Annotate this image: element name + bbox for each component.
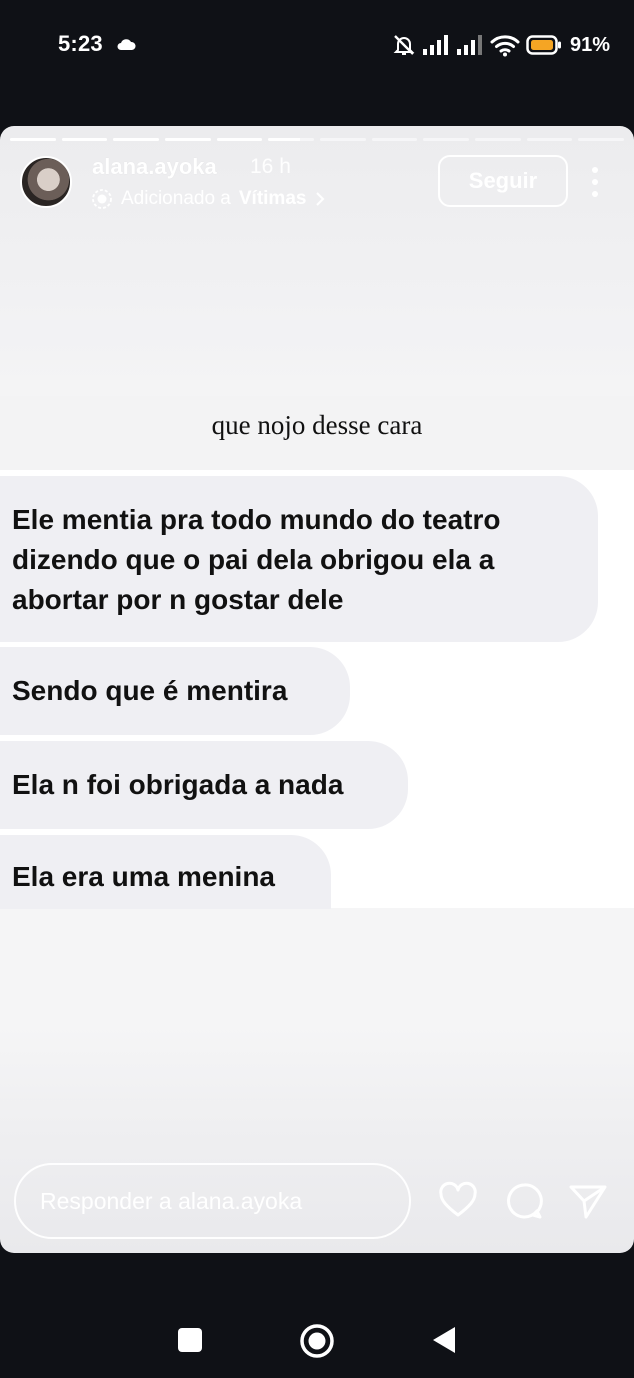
progress-segment [165,138,211,141]
bell-off-icon [393,35,415,55]
battery-icon [526,35,561,55]
wifi-icon [490,35,520,57]
cloud-icon [117,39,136,50]
signal-icon [456,35,482,55]
progress-segment [320,138,366,141]
story-username[interactable]: alana.ayoka [92,154,217,180]
chevron-right-icon [316,192,325,206]
message-bubble: Ela era uma menina [0,835,331,909]
story-viewer[interactable]: alana.ayoka 16 h Adicionado a Vítimas Se… [0,126,634,1253]
highlight-name: Vítimas [238,188,307,209]
highlight-link[interactable]: Adicionado a Vítimas [91,188,326,210]
story-time-ago: 16 h [250,155,291,178]
message-bubble: Sendo que é mentira [0,647,350,735]
back-icon[interactable] [430,1325,458,1355]
progress-segment [61,138,108,141]
send-icon[interactable] [568,1181,608,1221]
status-icons: 91% [392,31,610,59]
avatar[interactable] [20,156,72,208]
more-options-icon[interactable] [584,164,606,200]
status-bar: 5:23 91% [0,0,634,90]
progress-segment [526,138,573,141]
highlight-icon [92,189,112,209]
reply-input[interactable]: Responder a alana.ayoka [14,1163,411,1239]
message-bubble: Ela n foi obrigada a nada [0,741,408,829]
chat-screenshot: Ele mentia pra todo mundo do teatro dize… [0,470,634,909]
progress-segment [10,138,56,141]
recent-apps-icon[interactable] [176,1326,204,1354]
reply-placeholder: Responder a alana.ayoka [40,1187,303,1214]
follow-button[interactable]: Seguir [438,155,568,207]
system-navigation-bar [0,1253,634,1378]
added-prefix: Adicionado a [121,188,231,209]
home-icon[interactable] [299,1323,335,1359]
battery-percent: 91% [569,33,610,56]
story-progress-bar [10,138,625,141]
progress-segment [113,138,160,141]
progress-segment [423,138,470,141]
status-time: 5:23 [58,31,103,56]
progress-segment [475,138,521,141]
message-bubble: Ele mentia pra todo mundo do teatro dize… [0,476,598,642]
progress-segment [216,138,263,141]
progress-segment [268,138,315,141]
heart-icon[interactable] [438,1181,478,1221]
signal-icon [422,35,448,55]
progress-segment [371,138,418,141]
story-caption: que nojo desse cara [211,410,423,440]
comment-icon[interactable] [504,1181,544,1221]
progress-segment [578,138,625,141]
